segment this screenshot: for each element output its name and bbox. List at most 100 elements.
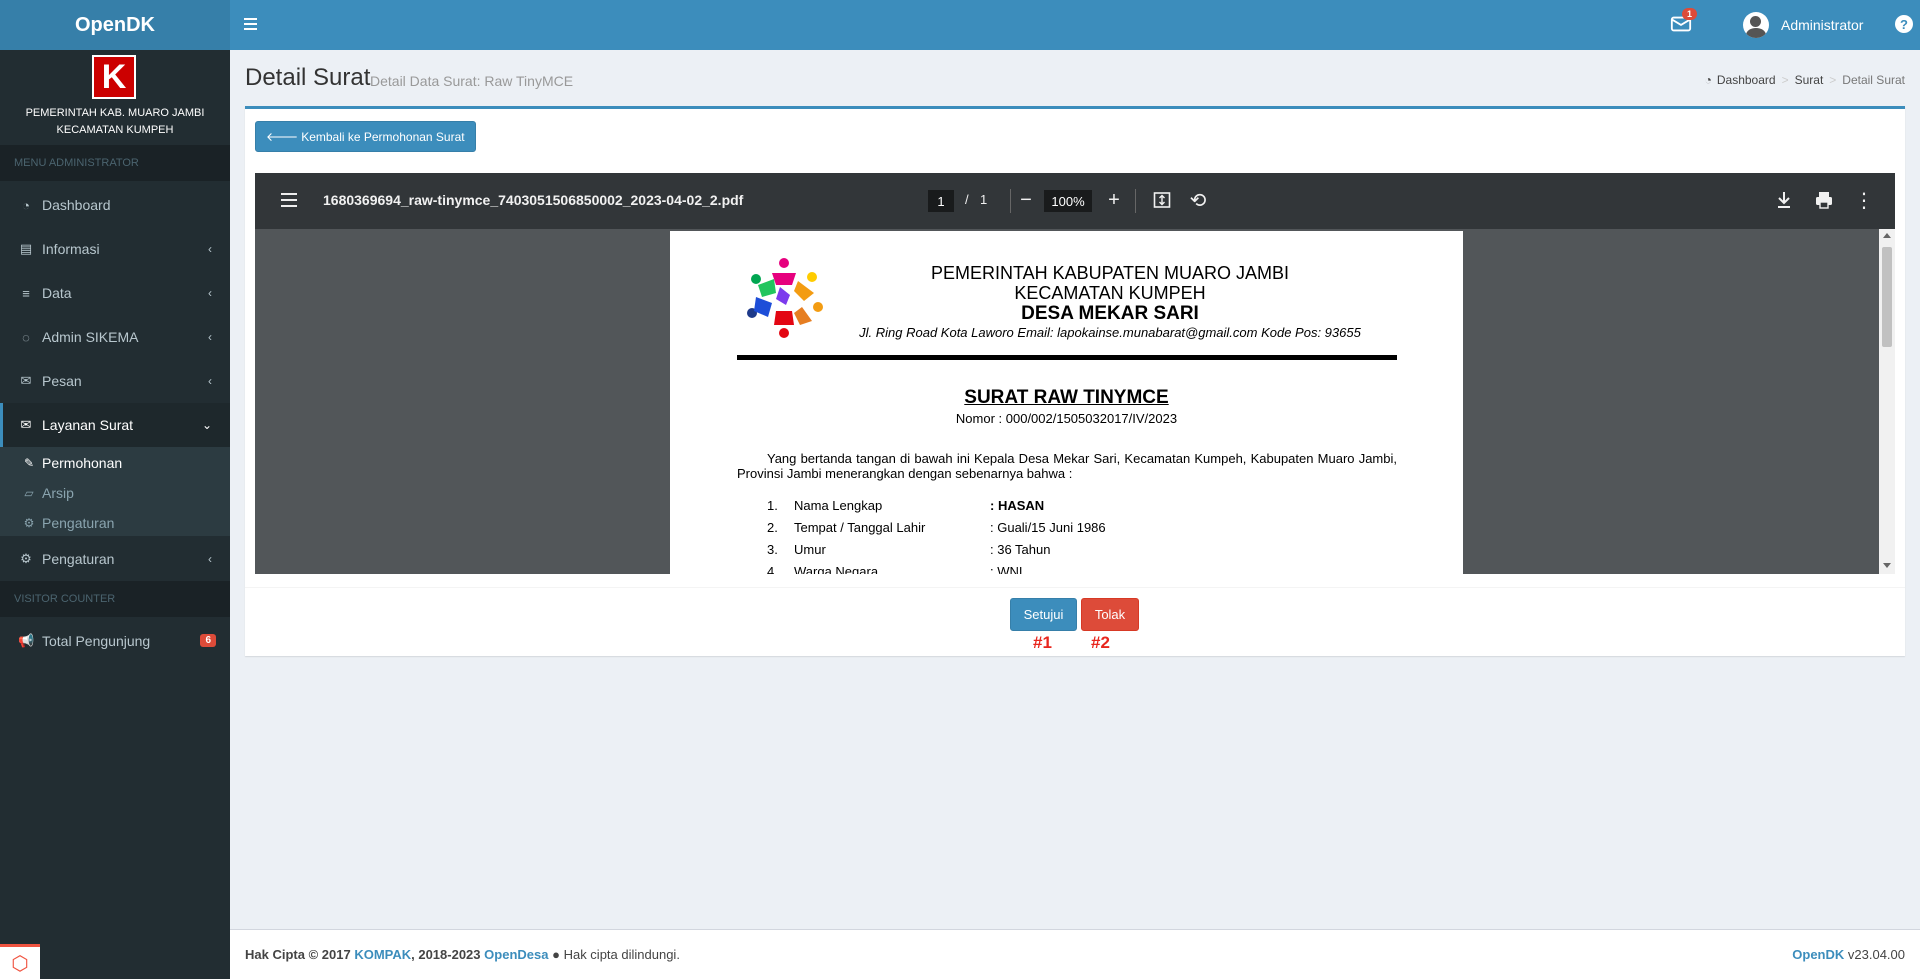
row-key: Tempat / Tanggal Lahir (794, 520, 926, 535)
user-menu[interactable]: Administrator (1743, 11, 1863, 39)
brand-logo[interactable]: OpenDK (0, 0, 230, 50)
sidebar-item-informasi[interactable]: ▤ Informasi ‹ (0, 227, 230, 271)
back-button-label: Kembali ke Permohonan Surat (301, 129, 465, 144)
download-icon[interactable] (1771, 187, 1797, 213)
footer-version: OpenDK v23.04.00 (1792, 947, 1905, 962)
submenu-item-label: Pengaturan (42, 515, 115, 531)
dashboard-icon: ◔ (1704, 73, 1712, 87)
page-number-input[interactable]: 1 (928, 190, 954, 212)
menu-section-header: MENU ADMINISTRATOR (0, 145, 230, 181)
messages-count-badge: 1 (1682, 8, 1698, 20)
sidebar-item-dashboard[interactable]: ◔ Dashboard (0, 183, 230, 227)
sidebar-item-label: Data (42, 285, 72, 301)
sidebar-item-label: Informasi (42, 241, 100, 257)
kompak-logo: K (92, 55, 136, 99)
back-to-requests-button[interactable]: 🡐 Kembali ke Permohonan Surat (255, 121, 476, 152)
messages-button[interactable]: 1 (1670, 8, 1698, 39)
opendesa-link[interactable]: OpenDesa (484, 947, 548, 962)
letterhead-village: DESA MEKAR SARI (1021, 303, 1199, 324)
chevron-left-icon: ‹ (208, 330, 212, 344)
envelope-icon: ✉ (20, 373, 32, 388)
pdf-scrollbar[interactable] (1879, 229, 1895, 574)
row-number: 2. (767, 520, 778, 535)
page-title: Detail Surat (245, 64, 371, 91)
chevron-left-icon: ‹ (208, 552, 212, 566)
gear-icon: ⚙ (23, 516, 35, 530)
reject-button[interactable]: Tolak (1081, 598, 1139, 631)
submenu-item-label: Arsip (42, 485, 74, 501)
rotate-icon[interactable]: ⟲ (1185, 187, 1211, 213)
avatar (1743, 12, 1769, 38)
arrow-left-icon: 🡐 (266, 130, 299, 144)
sidebar-item-label: Total Pengunjung (42, 633, 151, 649)
sidebar-item-layanan-surat[interactable]: ✉ Layanan Surat ⌄ (0, 403, 230, 447)
github-icon[interactable]: ● (552, 947, 560, 962)
visitor-count-badge: 6 (200, 634, 216, 647)
row-key: Warga Negara (794, 564, 879, 574)
annotation-tag-2: #2 (1091, 633, 1110, 652)
toolbar-divider (1135, 189, 1136, 213)
sidebar-item-admin-sikema[interactable]: ◌ Admin SIKEMA ‹ (0, 315, 230, 359)
menu-icon[interactable] (281, 193, 297, 209)
scroll-down-icon[interactable] (1883, 563, 1891, 568)
user-name: Administrator (1781, 17, 1864, 33)
sidebar-item-label: Layanan Surat (42, 417, 134, 433)
sidebar-item-pesan[interactable]: ✉ Pesan ‹ (0, 359, 230, 403)
page-separator: / (965, 192, 969, 207)
org-name: PEMERINTAH KAB. MUARO JAMBI KECAMATAN KU… (0, 105, 230, 139)
row-number: 4. (767, 564, 778, 574)
help-icon[interactable]: ? (1895, 15, 1913, 33)
footer-years: , 2018-2023 (411, 947, 481, 962)
letterhead-line-2: KECAMATAN KUMPEH (1014, 283, 1206, 303)
row-value: : Guali/15 Juni 1986 (990, 520, 1106, 535)
scroll-up-icon[interactable] (1883, 233, 1891, 238)
zoom-out-icon[interactable]: − (1013, 187, 1039, 213)
letter-body: Yang bertanda tangan di bawah ini Kepala… (737, 451, 1397, 481)
sidebar: K PEMERINTAH KAB. MUARO JAMBI KECAMATAN … (0, 50, 230, 979)
row-number: 3. (767, 542, 778, 557)
row-key: Nama Lengkap (794, 498, 883, 513)
annotation-tag-1: #1 (1033, 633, 1052, 652)
submenu-item-arsip[interactable]: ▱ Arsip (0, 479, 230, 507)
desa-logo-icon (747, 258, 823, 338)
submenu-item-permohonan[interactable]: ✎ Permohonan (0, 449, 230, 477)
fit-page-icon[interactable] (1149, 187, 1175, 213)
submenu-item-label: Permohonan (42, 455, 123, 471)
page-footer: Hak Cipta © 2017 KOMPAK, 2018-2023 OpenD… (230, 929, 1920, 979)
database-icon: ≡ (22, 285, 30, 301)
sidebar-item-label: Dashboard (42, 197, 111, 213)
approve-button[interactable]: Setujui (1010, 598, 1077, 631)
opendk-link[interactable]: OpenDK (1792, 947, 1844, 962)
sidebar-item-pengaturan[interactable]: ⚙ Pengaturan ‹ (0, 537, 230, 581)
breadcrumb-dashboard[interactable]: Dashboard (1717, 73, 1776, 87)
pdf-filename: 1680369694_raw-tinymce_7403051506850002_… (323, 192, 744, 208)
laravel-debugbar-icon[interactable]: ⬡ (0, 944, 40, 979)
sidebar-item-data[interactable]: ≡ Data ‹ (0, 271, 230, 315)
row-value: : WNI (990, 564, 1023, 574)
zoom-in-icon[interactable]: + (1101, 187, 1127, 213)
zoom-level-input[interactable]: 100% (1044, 190, 1092, 212)
breadcrumb-surat[interactable]: Surat (1795, 73, 1824, 87)
edit-icon: ✎ (23, 456, 35, 470)
chevron-down-icon: ⌄ (201, 418, 212, 432)
breadcrumb: ◔ Dashboard > Surat > Detail Surat (1705, 73, 1905, 87)
submenu-item-pengaturan[interactable]: ⚙ Pengaturan (0, 509, 230, 537)
letterhead-divider (737, 355, 1397, 360)
kompak-link[interactable]: KOMPAK (354, 947, 411, 962)
gears-icon: ⚙ (20, 551, 32, 566)
chevron-left-icon: ‹ (208, 374, 212, 388)
footer-rights: Hak cipta dilindungi. (563, 947, 680, 962)
letter-title: SURAT RAW TINYMCE (964, 387, 1169, 408)
breadcrumb-separator: > (1781, 73, 1789, 87)
chevron-left-icon: ‹ (208, 286, 212, 300)
pdf-viewer[interactable]: 1680369694_raw-tinymce_7403051506850002_… (255, 173, 1895, 574)
row-value: : HASAN (990, 498, 1045, 513)
sidebar-toggle-icon[interactable] (244, 15, 262, 35)
more-options-icon[interactable]: ⋮ (1851, 187, 1877, 213)
sidebar-item-total-pengunjung[interactable]: 📢 Total Pengunjung 6 (0, 619, 230, 663)
row-key: Umur (794, 542, 826, 557)
org-line-1: PEMERINTAH KAB. MUARO JAMBI (25, 107, 205, 119)
pdf-toolbar: 1680369694_raw-tinymce_7403051506850002_… (255, 173, 1895, 229)
scrollbar-thumb[interactable] (1882, 247, 1892, 347)
print-icon[interactable] (1811, 187, 1837, 213)
